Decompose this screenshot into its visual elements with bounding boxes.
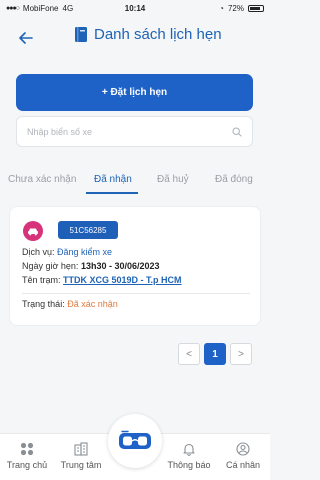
nav-home[interactable]: Trang chủ bbox=[0, 442, 54, 470]
grid-icon bbox=[20, 442, 34, 456]
nav-notifications-label: Thông báo bbox=[167, 460, 211, 470]
status-row: Trạng thái: Đã xác nhận bbox=[22, 299, 118, 309]
tab-unconfirmed[interactable]: Chưa xác nhận bbox=[8, 174, 76, 185]
search-icon[interactable] bbox=[232, 126, 242, 137]
carrier-name: MobiFone bbox=[22, 3, 59, 13]
plate-search-input[interactable] bbox=[27, 126, 232, 137]
active-tab-indicator bbox=[86, 192, 138, 194]
status-label: Trạng thái: bbox=[22, 299, 65, 309]
battery-icon bbox=[248, 4, 264, 12]
goggles-icon bbox=[119, 430, 151, 449]
date-label: Ngày giờ hẹn: bbox=[22, 261, 79, 271]
alarm-icon: ◔ bbox=[219, 3, 224, 13]
date-value: 13h30 - 30/06/2023 bbox=[80, 261, 160, 271]
status-bar: ●●●○ MobiFone 4G 10:14 ◔ 72% bbox=[0, 0, 270, 16]
tab-received[interactable]: Đã nhận bbox=[94, 174, 132, 185]
date-row: Ngày giờ hẹn: 13h30 - 30/06/2023 bbox=[22, 261, 160, 271]
service-label: Dịch vụ: bbox=[22, 247, 55, 257]
signal-icon: ●●●○ bbox=[6, 4, 20, 12]
network-type: 4G bbox=[62, 3, 74, 13]
scan-button[interactable] bbox=[108, 414, 162, 468]
bell-icon bbox=[183, 443, 195, 456]
book-appointment-button[interactable]: + Đặt lịch hẹn bbox=[16, 74, 253, 111]
prev-page-button[interactable]: < bbox=[178, 343, 200, 365]
header: Danh sách lịch hẹn bbox=[0, 22, 270, 54]
nav-center-label: Trung tâm bbox=[60, 460, 102, 470]
tab-closed[interactable]: Đã đóng bbox=[215, 174, 253, 185]
status-tabs: Chưa xác nhận Đã nhận Đã huỷ Đã đóng bbox=[0, 168, 270, 198]
appointment-card[interactable]: 51C56285 Dịch vụ: Đăng kiểm xe Ngày giờ … bbox=[9, 206, 261, 326]
station-row: Tên trạm: TTDK XCG 5019D - T.p HCM bbox=[22, 275, 182, 285]
building-icon bbox=[74, 442, 88, 456]
station-link[interactable]: TTDK XCG 5019D - T.p HCM bbox=[63, 275, 182, 285]
arrow-left-icon bbox=[19, 32, 33, 44]
car-icon bbox=[23, 221, 43, 241]
search-box bbox=[16, 116, 253, 147]
battery-percent: 72% bbox=[227, 3, 244, 13]
nav-notifications[interactable]: Thông báo bbox=[162, 442, 216, 470]
back-button[interactable] bbox=[16, 28, 36, 48]
station-label: Tên trạm: bbox=[22, 275, 61, 285]
tab-cancelled[interactable]: Đã huỷ bbox=[157, 174, 189, 185]
book-icon bbox=[75, 27, 87, 42]
nav-center[interactable]: Trung tâm bbox=[54, 442, 108, 470]
next-page-button[interactable]: > bbox=[230, 343, 252, 365]
current-page-button[interactable]: 1 bbox=[204, 343, 226, 365]
nav-profile-label: Cá nhân bbox=[225, 460, 261, 470]
service-row: Dịch vụ: Đăng kiểm xe bbox=[22, 247, 112, 257]
card-divider bbox=[22, 293, 250, 294]
nav-profile[interactable]: Cá nhân bbox=[216, 442, 270, 470]
nav-home-label: Trang chủ bbox=[6, 460, 48, 470]
service-value: Đăng kiểm xe bbox=[57, 247, 113, 257]
plate-number-badge: 51C56285 bbox=[58, 221, 118, 239]
status-value: Đã xác nhận bbox=[67, 299, 118, 309]
page-title: Danh sách lịch hẹn bbox=[94, 26, 222, 43]
user-icon bbox=[236, 442, 250, 456]
